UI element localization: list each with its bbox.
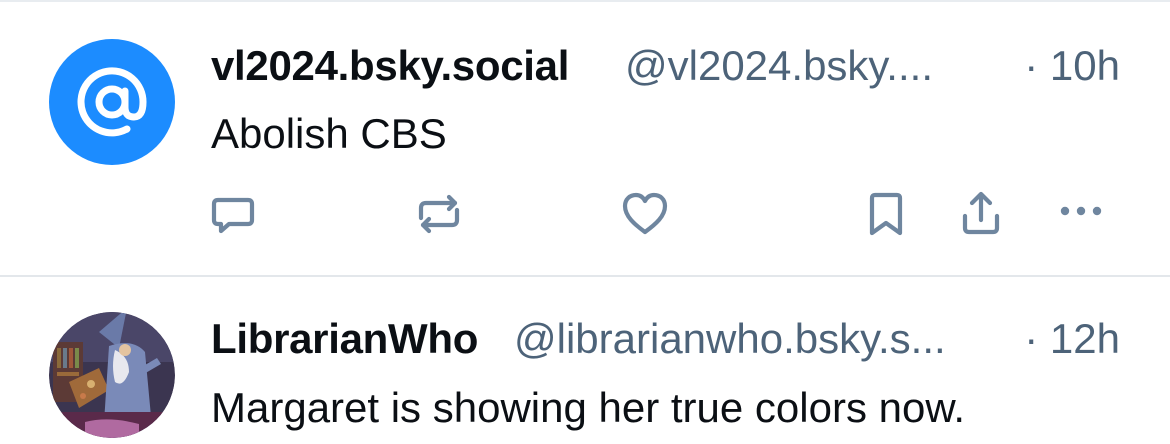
user-handle[interactable]: @vl2024.bsky....: [625, 42, 933, 90]
bookmark-icon[interactable]: [858, 186, 914, 242]
post-text: Abolish CBS: [211, 110, 447, 157]
post-text: Margaret is showing her true colors now.: [211, 384, 966, 431]
post-header: vl2024.bsky.social @vl2024.bsky.... · 10…: [211, 38, 1120, 94]
like-icon[interactable]: [617, 186, 673, 242]
wizard-illustration: [49, 312, 175, 438]
repost-icon[interactable]: [411, 186, 467, 242]
post-time: · 12h: [1024, 315, 1120, 362]
avatar[interactable]: [49, 312, 175, 438]
user-handle[interactable]: @librarianwho.bsky.s...: [514, 315, 946, 363]
post-time: · 10h: [1024, 42, 1120, 89]
display-name[interactable]: LibrarianWho: [211, 315, 478, 363]
feed-post[interactable]: LibrarianWho @librarianwho.bsky.s... · 1…: [0, 276, 1170, 444]
post-header: LibrarianWho @librarianwho.bsky.s... · 1…: [211, 311, 1120, 367]
at-sign-icon: [77, 67, 147, 137]
more-icon[interactable]: [1053, 186, 1109, 242]
avatar[interactable]: [49, 39, 175, 165]
share-icon[interactable]: [953, 186, 1009, 242]
feed-post[interactable]: vl2024.bsky.social @vl2024.bsky.... · 10…: [0, 0, 1170, 276]
reply-icon[interactable]: [205, 186, 261, 242]
post-actions: [0, 186, 1170, 242]
display-name[interactable]: vl2024.bsky.social: [211, 42, 569, 90]
post-feed: vl2024.bsky.social @vl2024.bsky.... · 10…: [0, 0, 1170, 444]
